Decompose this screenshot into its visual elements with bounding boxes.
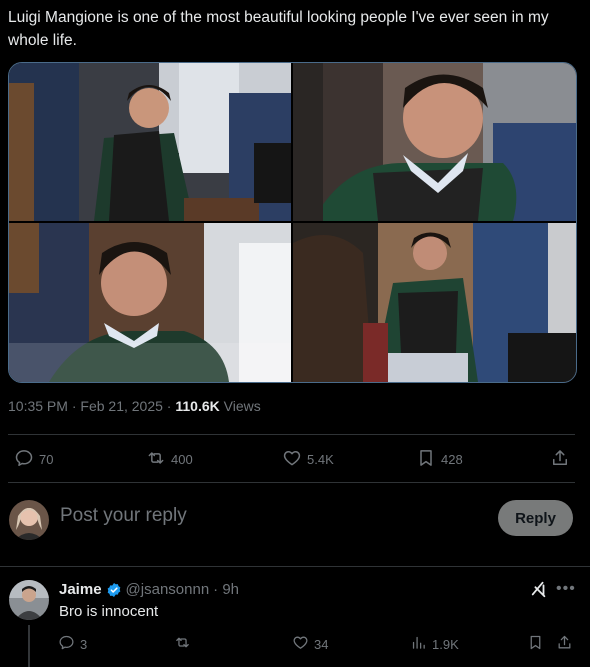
divider-top — [8, 434, 575, 435]
divider-bottom — [0, 566, 590, 567]
photo-4[interactable] — [293, 223, 576, 382]
bookmark-count: 428 — [441, 452, 463, 467]
post-time[interactable]: 10:35 PM — [8, 398, 68, 414]
reply-repost-action[interactable] — [174, 634, 191, 654]
repost-count: 400 — [171, 452, 193, 467]
photo-1[interactable] — [9, 63, 291, 221]
reply-icon — [58, 634, 75, 654]
share-icon — [550, 448, 570, 471]
reply-like-action[interactable]: 34 — [292, 634, 328, 654]
media-grid — [8, 62, 577, 383]
like-count: 5.4K — [307, 452, 334, 467]
reply-header: Jaime @jsansonnn · 9h — [59, 581, 239, 598]
reply-text: Bro is innocent — [59, 603, 159, 620]
post-date[interactable]: Feb 21, 2025 — [80, 398, 163, 414]
views-label: Views — [223, 398, 261, 414]
reply-input[interactable]: Post your reply — [60, 505, 187, 527]
reply-icon — [14, 448, 34, 471]
views-count: 110.6K — [175, 398, 220, 414]
reply-reply-action[interactable]: 3 — [58, 634, 87, 654]
divider-mid — [8, 482, 575, 483]
views-icon — [410, 634, 427, 654]
share-icon — [556, 634, 573, 654]
reply-count: 70 — [39, 452, 54, 467]
photo-3[interactable] — [9, 223, 291, 382]
reply-avatar[interactable] — [9, 580, 49, 620]
meta-separator: · — [71, 398, 77, 414]
my-avatar[interactable] — [9, 500, 49, 540]
reply-author-name[interactable]: Jaime — [59, 581, 102, 598]
reply-reply-count: 3 — [80, 636, 88, 652]
reply-like-count: 34 — [314, 636, 329, 652]
more-icon[interactable]: ••• — [556, 580, 576, 598]
reply-time[interactable]: · 9h — [213, 581, 239, 598]
bookmark-icon — [527, 634, 544, 654]
repost-icon — [174, 634, 191, 654]
reply-handle[interactable]: @jsansonnn — [126, 581, 210, 598]
post-text: Luigi Mangione is one of the most beauti… — [8, 9, 549, 49]
share-action[interactable] — [550, 448, 570, 471]
like-action[interactable]: 5.4K — [282, 448, 334, 471]
like-icon — [282, 448, 302, 471]
reply-bookmark-action[interactable] — [527, 634, 544, 654]
meta-separator-2: · — [166, 398, 172, 414]
verified-badge-icon — [106, 582, 122, 598]
reply-views-count: 1.9K — [432, 636, 459, 652]
grok-icon[interactable] — [530, 580, 548, 603]
thread-line — [28, 625, 30, 667]
repost-icon — [146, 448, 166, 471]
bookmark-action[interactable]: 428 — [416, 448, 463, 471]
repost-action[interactable]: 400 — [146, 448, 193, 471]
photo-2[interactable] — [293, 63, 576, 221]
post-meta: 10:35 PM · Feb 21, 2025 · 110.6K Views — [8, 398, 261, 414]
reply-share-action[interactable] — [556, 634, 573, 654]
reply-action[interactable]: 70 — [14, 448, 53, 471]
like-icon — [292, 634, 309, 654]
reply-views-action[interactable]: 1.9K — [410, 634, 459, 654]
bookmark-icon — [416, 448, 436, 471]
reply-button[interactable]: Reply — [498, 500, 573, 536]
